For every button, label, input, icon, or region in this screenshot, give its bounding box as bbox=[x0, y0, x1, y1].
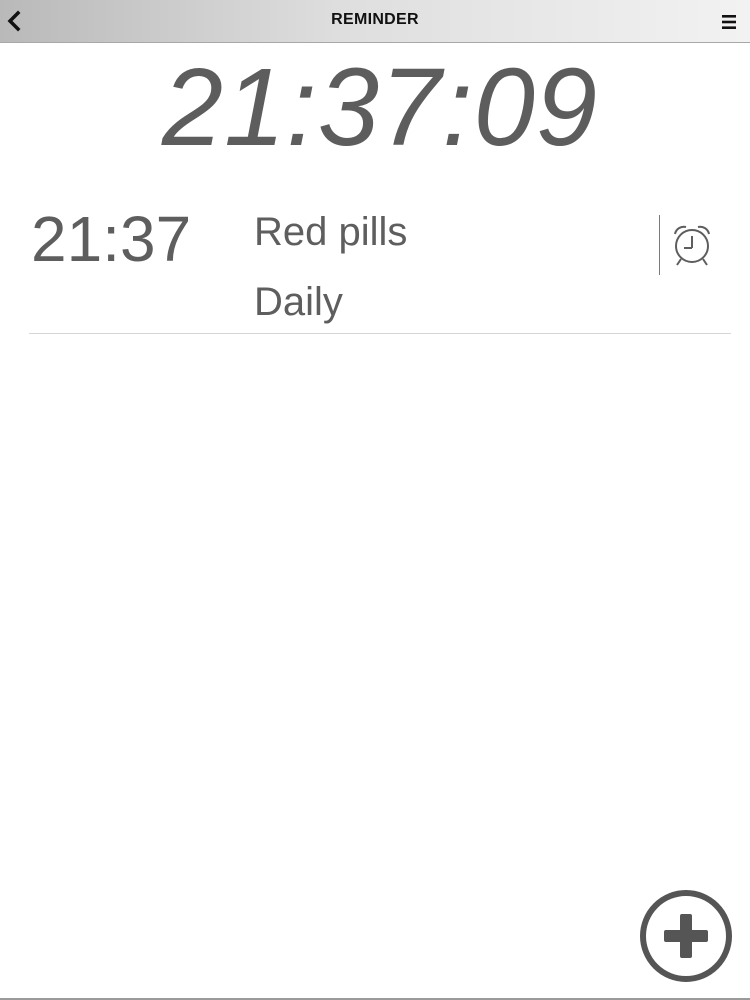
reminder-time: 21:37 bbox=[31, 203, 192, 275]
alarm-clock-icon bbox=[674, 225, 710, 266]
row-divider bbox=[659, 215, 660, 275]
alarm-toggle-button[interactable] bbox=[667, 219, 717, 269]
current-time-clock: 21:37:09 bbox=[161, 46, 599, 169]
page-title: REMINDER bbox=[331, 11, 419, 28]
hamburger-menu-icon bbox=[722, 15, 736, 29]
back-button[interactable] bbox=[2, 6, 26, 36]
chevron-left-icon bbox=[7, 10, 21, 32]
top-navigation-bar: REMINDER bbox=[0, 0, 750, 43]
plus-circle-icon bbox=[640, 890, 732, 982]
reminder-list-item[interactable]: 21:37 Red pills Daily bbox=[29, 195, 731, 334]
reminder-screen: REMINDER 21:37:09 21:37 Red pills Daily bbox=[0, 0, 750, 1000]
menu-button[interactable] bbox=[718, 13, 740, 31]
add-reminder-button[interactable] bbox=[638, 888, 734, 984]
reminder-repeat: Daily bbox=[254, 280, 343, 324]
reminder-name: Red pills bbox=[254, 210, 408, 254]
